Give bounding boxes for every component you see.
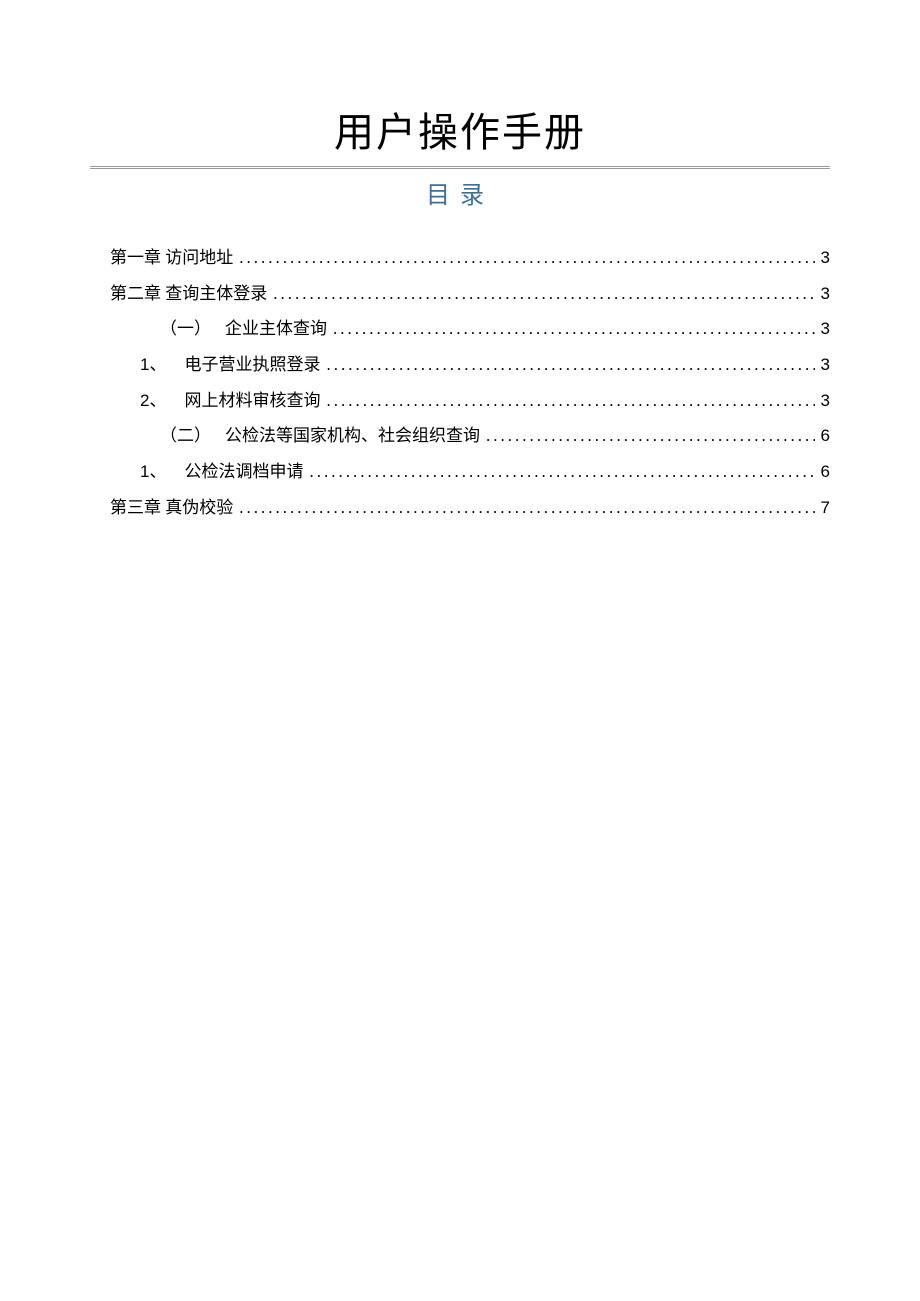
toc-leader-dots xyxy=(326,383,814,419)
toc-entry-section-2-1[interactable]: （一） 企业主体查询 3 xyxy=(90,311,830,347)
toc-entry-page: 3 xyxy=(821,347,830,383)
document-title: 用户操作手册 xyxy=(90,100,830,158)
toc-entry-item-2-1-2[interactable]: 2、 网上材料审核查询 3 xyxy=(90,383,830,419)
toc-entry-chapter-2[interactable]: 第二章 查询主体登录 3 xyxy=(90,276,830,312)
toc-entry-page: 6 xyxy=(821,454,830,490)
table-of-contents: 第一章 访问地址 3 第二章 查询主体登录 3 （一） 企业主体查询 3 1、 … xyxy=(90,240,830,526)
toc-entry-label: 电子营业执照登录 xyxy=(184,347,320,383)
title-underline xyxy=(90,166,830,169)
toc-entry-label: 网上材料审核查询 xyxy=(184,383,320,419)
toc-entry-label: 企业主体查询 xyxy=(225,311,327,347)
toc-entry-page: 3 xyxy=(821,276,830,312)
toc-entry-item-2-2-1[interactable]: 1、 公检法调档申请 6 xyxy=(90,454,830,490)
toc-leader-dots xyxy=(486,418,815,454)
toc-entry-page: 3 xyxy=(821,383,830,419)
toc-leader-dots xyxy=(239,240,814,276)
toc-entry-number: （一） xyxy=(160,311,211,347)
toc-entry-chapter-1[interactable]: 第一章 访问地址 3 xyxy=(90,240,830,276)
toc-entry-number: 2、 xyxy=(140,383,166,419)
toc-entry-page: 3 xyxy=(821,240,830,276)
toc-leader-dots xyxy=(273,276,814,312)
toc-entry-page: 3 xyxy=(821,311,830,347)
toc-entry-number: 1、 xyxy=(140,454,166,490)
toc-entry-label: 公检法调档申请 xyxy=(184,454,303,490)
toc-entry-label: 第三章 真伪校验 xyxy=(110,490,233,526)
toc-entry-number: 1、 xyxy=(140,347,166,383)
toc-entry-label: 公检法等国家机构、社会组织查询 xyxy=(225,418,480,454)
toc-heading: 目录 xyxy=(90,175,830,210)
toc-entry-page: 7 xyxy=(821,490,830,526)
toc-entry-item-2-1-1[interactable]: 1、 电子营业执照登录 3 xyxy=(90,347,830,383)
toc-entry-page: 6 xyxy=(821,418,830,454)
toc-entry-label: 第一章 访问地址 xyxy=(110,240,233,276)
toc-entry-label: 第二章 查询主体登录 xyxy=(110,276,267,312)
toc-leader-dots xyxy=(309,454,814,490)
toc-leader-dots xyxy=(239,490,814,526)
toc-leader-dots xyxy=(333,311,815,347)
toc-leader-dots xyxy=(326,347,814,383)
toc-entry-chapter-3[interactable]: 第三章 真伪校验 7 xyxy=(90,490,830,526)
toc-entry-number: （二） xyxy=(160,418,211,454)
toc-entry-section-2-2[interactable]: （二） 公检法等国家机构、社会组织查询 6 xyxy=(90,418,830,454)
